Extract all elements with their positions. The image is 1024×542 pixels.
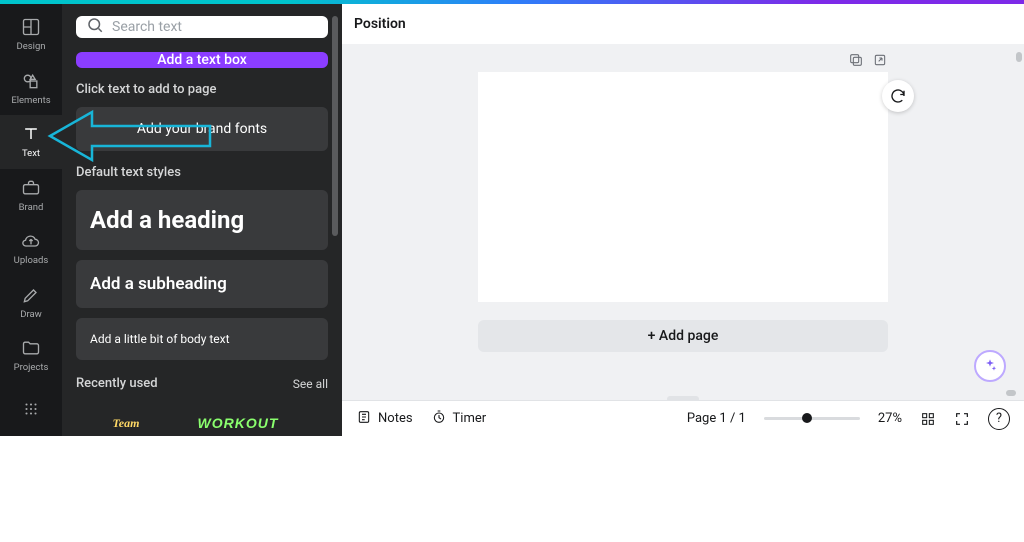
- canvas-toolbar: Position: [342, 4, 1024, 44]
- refresh-button[interactable]: [882, 80, 914, 112]
- nav-brand[interactable]: Brand: [0, 169, 62, 223]
- grid-dots-icon: [21, 399, 41, 419]
- nav-label: Design: [16, 41, 45, 52]
- add-heading-button[interactable]: Add a heading: [76, 190, 328, 250]
- shapes-icon: [21, 71, 41, 91]
- page-counter[interactable]: Page 1 / 1: [687, 411, 746, 426]
- magic-assist-button[interactable]: [974, 350, 1006, 382]
- folder-icon: [21, 338, 41, 358]
- nav-label: Brand: [19, 202, 44, 213]
- bottom-bar: Notes Timer Page 1 / 1 27% ?: [342, 400, 1024, 436]
- section-default-styles: Default text styles: [76, 165, 328, 180]
- position-button[interactable]: Position: [354, 16, 406, 32]
- grid-view-icon[interactable]: [920, 411, 936, 427]
- slider-knob[interactable]: [802, 413, 812, 423]
- nav-projects[interactable]: Projects: [0, 329, 62, 383]
- nav-text[interactable]: Text: [0, 115, 62, 169]
- open-new-icon[interactable]: [872, 52, 888, 68]
- duplicate-icon[interactable]: [848, 52, 864, 68]
- notes-label: Notes: [378, 411, 413, 426]
- section-click-to-add: Click text to add to page: [76, 82, 328, 97]
- nav-apps[interactable]: [0, 383, 62, 437]
- scrollbar-thumb[interactable]: [332, 16, 338, 236]
- panel-scrollbar[interactable]: [332, 16, 338, 426]
- add-brand-fonts-button[interactable]: Add your brand fonts: [76, 107, 328, 151]
- recent-thumbnails: Team WORKOUT: [76, 405, 328, 447]
- add-body-text-button[interactable]: Add a little bit of body text: [76, 318, 328, 360]
- canvas-area: Position + Add page: [342, 4, 1024, 436]
- timer-label: Timer: [453, 411, 487, 426]
- layout-icon: [21, 17, 41, 37]
- nav-label: Draw: [20, 309, 42, 320]
- notes-icon: [356, 409, 372, 429]
- canvas-page[interactable]: [478, 72, 888, 302]
- nav-label: Text: [22, 148, 40, 159]
- canvas-body[interactable]: + Add page: [342, 44, 1024, 400]
- nav-rail: Design Elements Text Brand Uploads: [0, 4, 62, 436]
- help-button[interactable]: ?: [988, 408, 1010, 430]
- text-side-panel: Add a text box Click text to add to page…: [62, 4, 342, 436]
- nav-label: Elements: [11, 95, 50, 106]
- timer-icon: [431, 409, 447, 429]
- recent-thumb[interactable]: Team: [76, 405, 176, 441]
- nav-label: Projects: [14, 362, 49, 373]
- pencil-icon: [21, 285, 41, 305]
- recently-used-label: Recently used: [76, 376, 158, 391]
- notes-button[interactable]: Notes: [356, 409, 413, 429]
- add-subheading-button[interactable]: Add a subheading: [76, 260, 328, 308]
- nav-design[interactable]: Design: [0, 8, 62, 62]
- recent-thumb[interactable]: WORKOUT: [188, 405, 288, 441]
- zoom-slider[interactable]: [764, 417, 860, 420]
- zoom-value[interactable]: 27%: [878, 411, 902, 426]
- search-icon: [86, 16, 104, 38]
- page-actions: [848, 52, 888, 68]
- nav-uploads[interactable]: Uploads: [0, 222, 62, 276]
- canvas-scrollbar-h[interactable]: [1006, 390, 1016, 396]
- text-icon: [21, 124, 41, 144]
- timer-button[interactable]: Timer: [431, 409, 487, 429]
- add-page-button[interactable]: + Add page: [478, 320, 888, 352]
- canvas-scrollbar-v[interactable]: [1016, 52, 1022, 62]
- fullscreen-icon[interactable]: [954, 411, 970, 427]
- page-info-label: Page 1 / 1: [687, 411, 746, 426]
- add-text-box-button[interactable]: Add a text box: [76, 52, 328, 68]
- see-all-link[interactable]: See all: [293, 377, 328, 391]
- search-input[interactable]: [112, 19, 318, 35]
- nav-label: Uploads: [14, 255, 49, 266]
- search-input-wrap[interactable]: [76, 16, 328, 38]
- briefcase-icon: [21, 178, 41, 198]
- nav-elements[interactable]: Elements: [0, 62, 62, 116]
- nav-draw[interactable]: Draw: [0, 276, 62, 330]
- cloud-upload-icon: [21, 231, 41, 251]
